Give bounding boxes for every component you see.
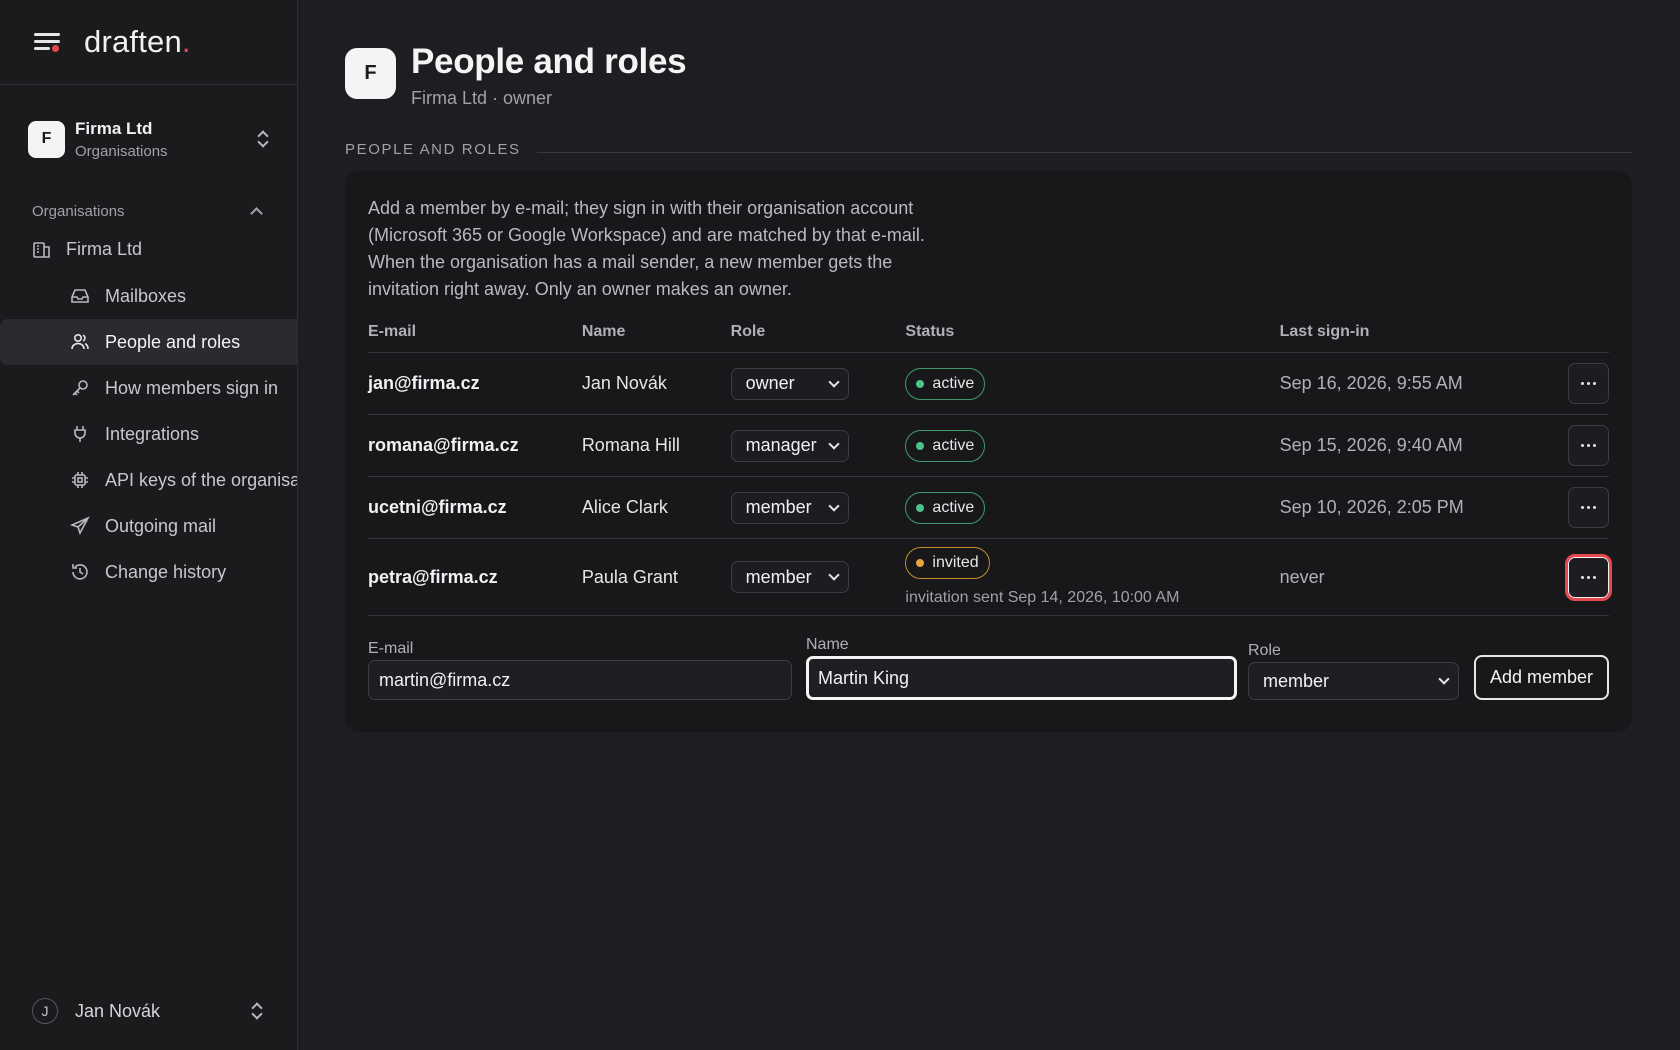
name-field-label: Name — [805, 636, 849, 654]
sidebar-section-organisations[interactable]: Organisations — [0, 201, 297, 221]
org-switcher[interactable]: F Firma Ltd Organisations — [0, 117, 297, 161]
sidebar-nav: Mailboxes People and roles How members s… — [0, 273, 297, 595]
send-icon — [70, 516, 90, 536]
key-icon — [72, 380, 88, 396]
members-card: Add a member by e-mail; they sign in wit… — [345, 170, 1632, 733]
sidebar-item-outgoing-mail[interactable]: Outgoing mail — [0, 503, 297, 549]
member-name: Alice Clark — [581, 476, 731, 540]
add-member-form: E-mail martin@firma.cz Name Martin King … — [368, 636, 1609, 701]
user-menu[interactable]: J Jan Novák — [32, 996, 263, 1026]
sidebar: draften. F Firma Ltd Organisations Organ… — [0, 0, 298, 1050]
brand-bar: draften. — [0, 0, 297, 85]
last-sign-in: Sep 10, 2026, 2:05 PM — [1279, 476, 1564, 540]
role-select[interactable]: owner — [730, 367, 849, 400]
plug-icon — [74, 426, 86, 442]
status-badge: active — [905, 429, 986, 462]
section-header: PEOPLE AND ROLES — [345, 141, 1632, 158]
chevron-down-icon — [827, 500, 840, 512]
role-field[interactable]: member — [1247, 662, 1459, 701]
member-name: Jan Novák — [581, 352, 731, 416]
status-badge: active — [905, 491, 986, 524]
inbox-icon — [71, 289, 89, 303]
column-header-name: Name — [581, 322, 731, 354]
chevron-updown-icon — [257, 130, 269, 148]
add-member-button[interactable]: Add member — [1473, 655, 1609, 701]
table-row: jan@firma.cz Jan Novák owner active Sep … — [368, 352, 1609, 416]
last-sign-in: Sep 15, 2026, 9:40 AM — [1279, 414, 1564, 478]
sidebar-item-change-history[interactable]: Change history — [0, 549, 297, 595]
last-sign-in: Sep 16, 2026, 9:55 AM — [1279, 352, 1564, 416]
menu-icon[interactable] — [34, 31, 60, 53]
chevron-up-icon — [250, 207, 263, 220]
column-header-last-sign-in: Last sign-in — [1279, 322, 1564, 354]
email-field[interactable]: martin@firma.cz — [368, 660, 792, 701]
sidebar-item-org[interactable]: Firma Ltd — [0, 229, 297, 269]
chevron-down-icon — [827, 376, 840, 388]
avatar: J — [32, 998, 58, 1024]
sidebar-item-people-and-roles[interactable]: People and roles — [0, 319, 297, 365]
divider — [536, 151, 1632, 153]
member-name: Romana Hill — [581, 414, 731, 478]
invitation-note: invitation sent Sep 14, 2026, 10:00 AM — [905, 589, 1180, 607]
history-icon — [72, 564, 88, 580]
member-email: petra@firma.cz — [368, 538, 582, 617]
chevron-down-icon — [827, 569, 840, 581]
email-field-label: E-mail — [368, 640, 414, 658]
more-icon — [1581, 382, 1596, 386]
role-select[interactable]: manager — [730, 429, 849, 462]
logo[interactable]: draften. — [84, 24, 191, 60]
sidebar-section-title: Organisations — [32, 202, 125, 220]
row-actions-button[interactable] — [1568, 487, 1609, 529]
more-icon — [1581, 575, 1596, 579]
page-title: People and roles — [411, 42, 687, 81]
name-field[interactable]: Martin King — [805, 656, 1237, 701]
role-select[interactable]: member — [730, 491, 849, 524]
sidebar-item-api-keys[interactable]: API keys of the organisation — [0, 457, 297, 503]
page-subtitle: Firma Ltd · owner — [411, 87, 553, 108]
org-switcher-name: Firma Ltd — [75, 118, 153, 138]
row-actions-button[interactable] — [1568, 363, 1609, 405]
user-name: Jan Novák — [75, 1000, 161, 1021]
org-avatar: F — [28, 120, 65, 158]
column-header-email: E-mail — [368, 322, 582, 354]
chevron-updown-icon — [251, 1002, 263, 1020]
users-icon — [71, 333, 89, 350]
column-header-role: Role — [730, 322, 906, 354]
org-avatar-large: F — [345, 48, 396, 99]
status-badge: active — [905, 367, 986, 400]
page-header: F People and roles Firma Ltd · owner — [345, 42, 1680, 109]
main-content: F People and roles Firma Ltd · owner PEO… — [298, 0, 1680, 1050]
member-email: ucetni@firma.cz — [368, 476, 582, 540]
app: draften. F Firma Ltd Organisations Organ… — [0, 0, 1680, 1050]
sidebar-item-org-label: Firma Ltd — [66, 238, 143, 259]
sidebar-item-integrations[interactable]: Integrations — [0, 411, 297, 457]
org-switcher-subtitle: Organisations — [75, 142, 168, 160]
member-email: jan@firma.cz — [368, 352, 582, 416]
sidebar-item-mailboxes[interactable]: Mailboxes — [0, 273, 297, 319]
table-row: romana@firma.cz Romana Hill manager acti… — [368, 414, 1609, 478]
chevron-down-icon — [827, 438, 840, 450]
building-icon — [33, 242, 50, 258]
last-sign-in: never — [1279, 538, 1564, 617]
member-name: Paula Grant — [581, 538, 731, 617]
role-field-label: Role — [1247, 642, 1281, 660]
members-table: E-mail Name Role Status Last sign-in jan… — [368, 322, 1612, 617]
chevron-down-icon — [1438, 673, 1450, 685]
table-row: petra@firma.cz Paula Grant member invite… — [368, 538, 1612, 617]
column-header-actions — [1563, 322, 1609, 354]
more-icon — [1581, 444, 1596, 448]
status-badge: invited — [905, 547, 990, 580]
table-row: ucetni@firma.cz Alice Clark member activ… — [368, 476, 1609, 540]
table-header-row: E-mail Name Role Status Last sign-in — [368, 322, 1609, 354]
row-actions-button[interactable] — [1568, 425, 1609, 467]
row-actions-button[interactable] — [1565, 553, 1612, 601]
role-select[interactable]: member — [730, 561, 849, 594]
sidebar-item-sign-in[interactable]: How members sign in — [0, 365, 297, 411]
intro-text: Add a member by e-mail; they sign in wit… — [368, 197, 925, 299]
column-header-status: Status — [905, 322, 1280, 354]
chip-icon — [72, 472, 88, 488]
more-icon — [1581, 506, 1596, 510]
member-email: romana@firma.cz — [368, 414, 582, 478]
section-label: PEOPLE AND ROLES — [345, 140, 521, 158]
